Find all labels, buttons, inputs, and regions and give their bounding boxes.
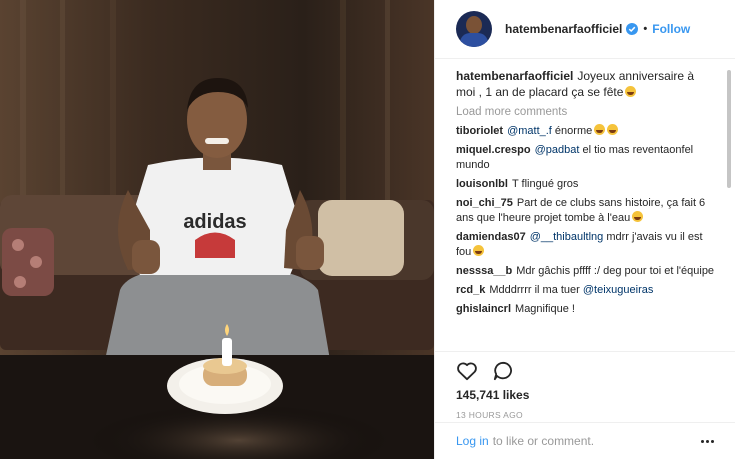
heart-icon[interactable] (456, 361, 478, 381)
post-header: hatembenarfaofficiel • Follow (435, 0, 735, 59)
comment-rows: tiboriolet @matt_.f énorme miquel.crespo @p… (456, 124, 715, 317)
comment-username[interactable]: ghislaincrl (456, 303, 511, 315)
comment-text: énorme (554, 125, 593, 137)
comment-item: miquel.crespo @padbat el tio mas reventao… (456, 143, 715, 173)
caption-username[interactable]: hatembenarfaofficiel (456, 69, 573, 83)
login-link[interactable]: Log in (456, 434, 489, 448)
comment-item: damiendas07 @__thibaultlng mdrr j'avais v… (456, 230, 715, 260)
likes-count[interactable]: 145,741 likes (456, 388, 714, 402)
post-timestamp: 13 HOURS AGO (456, 410, 523, 420)
comment-username[interactable]: noi_chi_75 (456, 197, 513, 209)
laughing-emoji-icon (625, 86, 637, 97)
comment-item: noi_chi_75 Part de ce clubs sans histoire… (456, 196, 715, 226)
login-prompt-text: to like or comment. (492, 434, 595, 448)
comment-username[interactable]: louisonlbl (456, 178, 508, 190)
comment-mention[interactable]: @__thibaultlng (530, 231, 604, 243)
comment-text: Mdddrrrr il ma tuer (489, 284, 580, 296)
comments-scrollbar[interactable] (727, 70, 731, 188)
post-actions: 145,741 likes 13 HOURS AGO (435, 351, 735, 420)
avatar[interactable] (456, 11, 492, 47)
comments-list[interactable]: hatembenarfaofficiel Joyeux anniversaire … (435, 60, 735, 350)
comment-item: rcd_k Mdddrrrr il ma tuer @teixugueiras (456, 283, 715, 298)
instagram-post-embed: adidas hatembenarfaofficiel • Follow hat… (0, 0, 735, 459)
laughing-emoji-icon (607, 124, 619, 135)
post-side-panel: hatembenarfaofficiel • Follow hatembenar… (434, 0, 735, 459)
comment-username[interactable]: nesssa__b (456, 265, 512, 277)
login-footer: Log in to like or comment. (435, 422, 735, 459)
laughing-emoji-icon (594, 124, 606, 135)
comment-mention[interactable]: @teixugueiras (583, 284, 653, 296)
laughing-emoji-icon (473, 245, 485, 256)
photo-illustration: adidas (0, 0, 434, 459)
verified-badge-icon (626, 23, 639, 35)
comment-item: ghislaincrl Magnifique ! (456, 302, 715, 317)
comment-mention[interactable]: @padbat (535, 144, 580, 156)
caption: hatembenarfaofficiel Joyeux anniversaire … (456, 68, 715, 100)
load-more-comments-link[interactable]: Load more comments (456, 106, 715, 118)
separator-dot: • (643, 23, 648, 35)
comment-text: Mdr gâchis pffff :/ deg pour toi et l'éq… (516, 265, 715, 277)
comment-username[interactable]: tiboriolet (456, 125, 503, 137)
comment-username[interactable]: rcd_k (456, 284, 485, 296)
laughing-emoji-icon (632, 211, 644, 222)
comment-text: T flingué gros (511, 178, 579, 190)
comment-item: tiboriolet @matt_.f énorme (456, 124, 715, 139)
follow-button[interactable]: Follow (652, 22, 690, 36)
comment-username[interactable]: miquel.crespo (456, 144, 531, 156)
more-options-icon[interactable] (701, 439, 714, 443)
comment-item: nesssa__b Mdr gâchis pffff :/ deg pour to… (456, 264, 715, 279)
header-username[interactable]: hatembenarfaofficiel (505, 22, 622, 36)
comment-text: Magnifique ! (515, 303, 575, 315)
post-photo[interactable]: adidas (0, 0, 434, 459)
comment-item: louisonlbl T flingué gros (456, 177, 715, 192)
comment-username[interactable]: damiendas07 (456, 231, 526, 243)
shirt-logo-text: adidas (183, 211, 246, 233)
comment-mention[interactable]: @matt_.f (507, 125, 552, 137)
comment-icon[interactable] (492, 361, 514, 381)
